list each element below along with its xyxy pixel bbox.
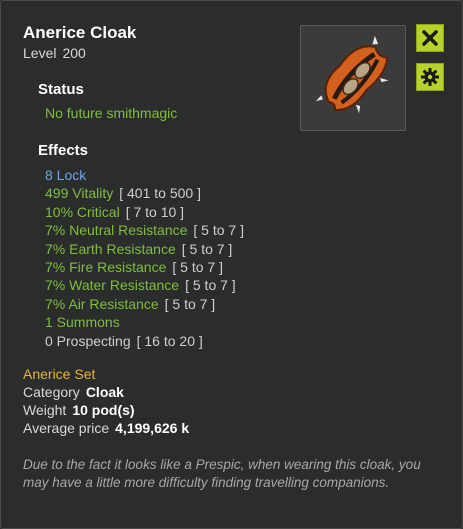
price-value: 4,199,626 k [115, 420, 190, 436]
set-link[interactable]: Anerice Set [23, 366, 95, 382]
effect-range: [ 16 to 20 ] [136, 332, 203, 349]
effect-text: 7% Neutral Resistance [45, 222, 188, 239]
effect-text: 499 Vitality [45, 185, 114, 202]
weight-label: Weight [23, 402, 67, 418]
status-heading: Status [38, 81, 84, 98]
close-x-icon [422, 30, 438, 46]
effects-list: 8 Lock 499 Vitality [ 401 to 500 ] 10% Cr… [45, 166, 244, 350]
effect-text: 7% Earth Resistance [45, 240, 176, 257]
item-level: Level 200 [23, 45, 86, 61]
item-tooltip-panel: Anerice Cloak Level 200 Status No future… [0, 0, 463, 529]
weight-row: Weight 10 pod(s) [23, 402, 135, 418]
weight-value: 10 pod(s) [72, 402, 135, 418]
level-label: Level [23, 45, 57, 61]
effects-heading: Effects [38, 142, 89, 159]
cloak-icon [315, 35, 389, 114]
settings-button[interactable] [416, 63, 444, 91]
effect-row: 7% Earth Resistance [ 5 to 7 ] [45, 240, 244, 258]
effect-row: 0 Prospecting [ 16 to 20 ] [45, 332, 244, 350]
effect-range: [ 5 to 7 ] [193, 222, 244, 239]
close-button[interactable] [416, 24, 444, 52]
effect-range: [ 5 to 7 ] [164, 295, 216, 312]
effect-text: 10% Critical [45, 203, 120, 220]
effect-range: [ 5 to 7 ] [172, 258, 223, 275]
effect-row: 7% Fire Resistance [ 5 to 7 ] [45, 258, 244, 276]
level-value: 200 [62, 45, 86, 61]
price-row: Average price 4,199,626 k [23, 420, 189, 436]
category-label: Category [23, 384, 80, 400]
effect-text: 7% Air Resistance [45, 295, 159, 312]
item-description: Due to the fact it looks like a Prespic,… [23, 457, 421, 490]
category-row: Category Cloak [23, 384, 124, 400]
effect-range: [ 401 to 500 ] [119, 185, 201, 202]
category-value: Cloak [85, 384, 124, 400]
effect-row: 7% Neutral Resistance [ 5 to 7 ] [45, 221, 244, 239]
price-label: Average price [23, 420, 110, 436]
effect-text: 8 Lock [45, 167, 87, 183]
item-name: Anerice Cloak [23, 23, 137, 42]
effect-row: 7% Air Resistance [ 5 to 7 ] [45, 295, 244, 313]
effect-row: 499 Vitality [ 401 to 500 ] [45, 184, 244, 202]
effect-text: 7% Water Resistance [45, 277, 180, 294]
effect-range: [ 5 to 7 ] [181, 240, 233, 257]
gear-icon [421, 68, 439, 86]
effect-text: 0 Prospecting [45, 332, 131, 349]
effect-range: [ 5 to 7 ] [185, 277, 236, 294]
effect-range: [ 7 to 10 ] [125, 203, 185, 220]
effect-row: 1 Summons [45, 313, 244, 331]
effect-text: 1 Summons [45, 314, 120, 331]
status-text: No future smithmagic [45, 105, 178, 121]
item-image [300, 25, 406, 131]
effect-row: 8 Lock [45, 166, 244, 184]
effect-row: 10% Critical [ 7 to 10 ] [45, 203, 244, 221]
effect-row: 7% Water Resistance [ 5 to 7 ] [45, 276, 244, 294]
effect-text: 7% Fire Resistance [45, 258, 167, 275]
